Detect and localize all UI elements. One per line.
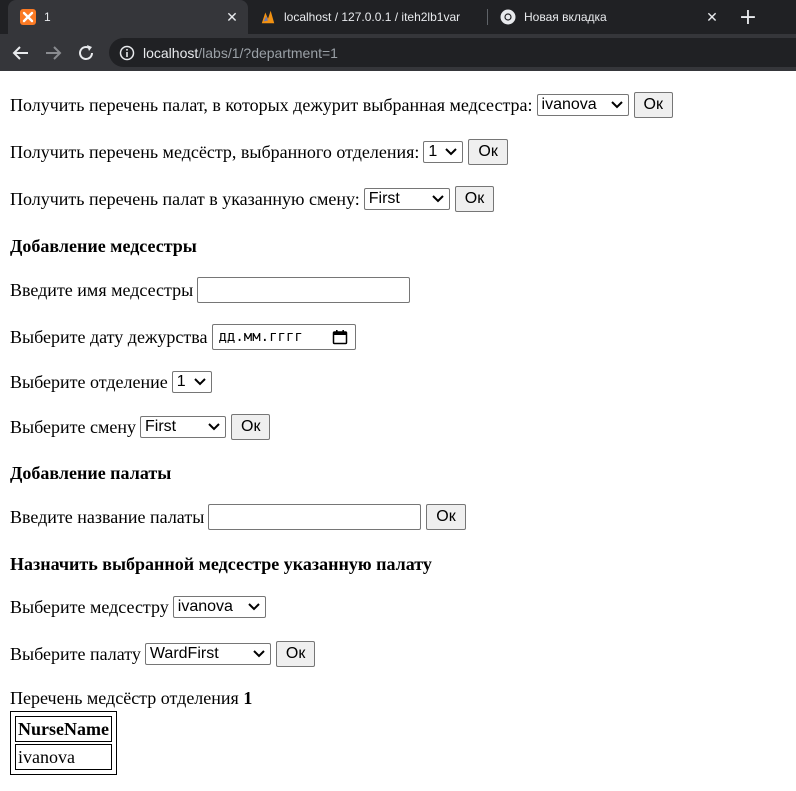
reload-icon[interactable] [73, 40, 99, 66]
ok-button[interactable]: Ок [633, 92, 673, 118]
ok-button[interactable]: Ок [468, 139, 508, 165]
close-tab-icon[interactable]: ✕ [224, 9, 240, 25]
table-cell: ivanova [15, 744, 112, 770]
assign-ward-select[interactable]: WardFirst [144, 643, 271, 665]
chevron-down-icon [251, 646, 267, 662]
xampp-icon [20, 9, 36, 25]
ward-name-input[interactable] [208, 504, 422, 530]
tab-strip: 1 ✕ localhost / 127.0.0.1 / iteh2lb1var … [0, 0, 796, 34]
form-label: Выберите медсестру [10, 596, 169, 617]
select-value: 1 [176, 373, 186, 390]
nurse-name-input[interactable] [197, 277, 411, 303]
select-value: First [145, 418, 177, 435]
ward-name-row: Введите название палаты Ок [10, 504, 466, 530]
department-select[interactable]: 1 [423, 141, 464, 163]
form-label: Выберите смену [10, 416, 136, 437]
table-row: ivanova [15, 744, 112, 770]
add-ward-ok-button[interactable]: Ок [426, 504, 466, 530]
result-caption: Перечень медсёстр отделения 1 [10, 688, 252, 709]
department-select[interactable]: 1 [171, 371, 212, 393]
tab-new[interactable]: Новая вкладка ✕ [488, 0, 728, 34]
tab-title: 1 [44, 10, 51, 24]
chrome-icon [500, 9, 516, 25]
select-value: WardFirst [149, 645, 219, 662]
result-department: 1 [243, 688, 253, 708]
chevron-down-icon [609, 97, 625, 113]
result-table: NurseName ivanova [10, 711, 117, 775]
wards-by-nurse-form: Получить перечень палат, в которых дежур… [10, 92, 673, 118]
wards-by-shift-form: Получить перечень палат в указанную смен… [10, 186, 495, 212]
ok-button[interactable]: Ок [454, 186, 495, 212]
form-label: Получить перечень медсёстр, выбранного о… [10, 141, 420, 162]
form-label: Выберите палату [10, 643, 141, 664]
shift-select[interactable]: First [363, 188, 450, 210]
page-content: Получить перечень палат, в которых дежур… [0, 71, 796, 791]
chevron-down-icon [430, 191, 446, 207]
tab-phpmyadmin[interactable]: localhost / 127.0.0.1 / iteh2lb1var [248, 0, 486, 34]
info-icon[interactable] [119, 45, 135, 61]
assign-nurse-row: Выберите медсестру ivanova [10, 596, 266, 618]
form-label: Выберите дату дежурства [10, 326, 208, 347]
close-tab-icon[interactable]: ✕ [704, 9, 720, 25]
browser-toolbar: localhost/labs/1/?department=1 [0, 34, 796, 71]
calendar-icon[interactable] [331, 328, 349, 346]
url-text: localhost/labs/1/?department=1 [143, 45, 338, 61]
form-label: Получить перечень палат в указанную смен… [10, 188, 360, 209]
add-nurse-ok-button[interactable]: Ок [231, 414, 271, 440]
select-value: 1 [428, 143, 438, 160]
select-value: ivanova [177, 598, 233, 615]
chevron-down-icon [192, 374, 208, 390]
new-tab-plus-icon[interactable]: + [736, 5, 760, 30]
date-placeholder: дд.мм.гггг [218, 329, 303, 345]
tab-title: localhost / 127.0.0.1 / iteh2lb1var [284, 10, 461, 24]
assign-heading: Назначить выбранной медсестре указанную … [10, 554, 432, 574]
assign-ward-row: Выберите палату WardFirst Ок [10, 641, 316, 667]
url-path: /labs/1/?department=1 [198, 44, 338, 61]
chevron-down-icon [443, 144, 459, 160]
chevron-down-icon [206, 419, 222, 435]
address-bar[interactable]: localhost/labs/1/?department=1 [109, 38, 796, 67]
chevron-down-icon [246, 599, 262, 615]
table-header-row: NurseName [15, 716, 112, 742]
nurses-by-department-form: Получить перечень медсёстр, выбранного о… [10, 139, 508, 165]
url-host: localhost [143, 44, 199, 61]
select-value: ivanova [541, 96, 597, 113]
column-header: NurseName [15, 716, 112, 742]
select-value: First [368, 190, 400, 207]
back-arrow-icon[interactable] [8, 40, 34, 66]
nurse-name-row: Введите имя медсестры [10, 277, 411, 303]
phpmyadmin-icon [260, 9, 276, 25]
assign-ok-button[interactable]: Ок [275, 641, 316, 667]
department-row: Выберите отделение 1 [10, 371, 212, 393]
forward-arrow-icon[interactable] [40, 40, 66, 66]
tab-title: Новая вкладка [524, 10, 607, 24]
duty-date-input[interactable]: дд.мм.гггг [211, 324, 356, 350]
form-label: Получить перечень палат, в которых дежур… [10, 94, 533, 115]
add-nurse-heading: Добавление медсестры [10, 236, 197, 256]
tab-active[interactable]: 1 ✕ [8, 0, 248, 34]
result-caption-text: Перечень медсёстр отделения [10, 688, 239, 708]
form-label: Выберите отделение [10, 371, 168, 392]
shift-row: Выберите смену First Ок [10, 414, 271, 440]
assign-nurse-select[interactable]: ivanova [172, 596, 266, 618]
form-label: Введите название палаты [10, 506, 205, 527]
add-ward-heading: Добавление палаты [10, 463, 172, 483]
form-label: Введите имя медсестры [10, 279, 194, 300]
duty-date-row: Выберите дату дежурства дд.мм.гггг [10, 324, 356, 350]
nurse-select[interactable]: ivanova [536, 94, 629, 116]
shift-select[interactable]: First [140, 416, 226, 438]
